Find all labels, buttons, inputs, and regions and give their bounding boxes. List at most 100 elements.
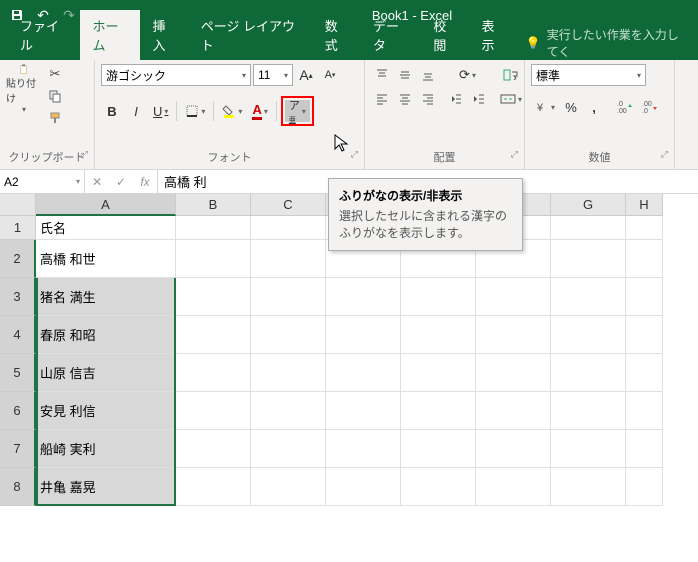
italic-button[interactable]: I <box>125 100 147 122</box>
cell-B3[interactable] <box>176 278 251 316</box>
formula-value[interactable]: 高橋 利 <box>158 172 213 191</box>
decrease-font-icon[interactable]: A▾ <box>319 64 341 86</box>
cell-C5[interactable] <box>251 354 326 392</box>
cell-D5[interactable] <box>326 354 401 392</box>
cell-C8[interactable] <box>251 468 326 506</box>
cell-G5[interactable] <box>551 354 626 392</box>
cell-C1[interactable] <box>251 216 326 240</box>
cell-H7[interactable] <box>626 430 663 468</box>
cell-D7[interactable] <box>326 430 401 468</box>
cell-F5[interactable] <box>476 354 551 392</box>
decrease-decimal-icon[interactable]: .00.0 <box>638 96 662 118</box>
redo-icon[interactable]: ↷ <box>58 4 80 26</box>
cell-C4[interactable] <box>251 316 326 354</box>
alignment-launcher-icon[interactable]: ⤢ <box>511 149 518 160</box>
cell-E7[interactable] <box>401 430 476 468</box>
cell-G1[interactable] <box>551 216 626 240</box>
comma-button[interactable]: , <box>583 96 605 118</box>
fill-color-button[interactable] <box>218 100 246 122</box>
cell-D6[interactable] <box>326 392 401 430</box>
cell-D3[interactable] <box>326 278 401 316</box>
font-size-combo[interactable]: 11▾ <box>253 64 293 86</box>
cell-B8[interactable] <box>176 468 251 506</box>
enter-formula-icon[interactable]: ✓ <box>109 170 133 193</box>
cell-F4[interactable] <box>476 316 551 354</box>
align-right-icon[interactable] <box>417 88 439 110</box>
cell-F7[interactable] <box>476 430 551 468</box>
tab-review[interactable]: 校閲 <box>421 10 469 60</box>
cell-E5[interactable] <box>401 354 476 392</box>
increase-font-icon[interactable]: A▴ <box>295 64 317 86</box>
cell-H6[interactable] <box>626 392 663 430</box>
cell-B2[interactable] <box>176 240 251 278</box>
underline-button[interactable]: U <box>149 100 172 122</box>
cell-G3[interactable] <box>551 278 626 316</box>
tab-data[interactable]: データ <box>361 10 421 60</box>
accounting-format-button[interactable]: ¥ <box>531 96 559 118</box>
cell-G6[interactable] <box>551 392 626 430</box>
column-header-C[interactable]: C <box>251 194 326 216</box>
font-color-button[interactable]: A <box>248 100 271 122</box>
orientation-button[interactable]: ⟳ <box>445 64 490 86</box>
tab-view[interactable]: 表示 <box>470 10 518 60</box>
cell-G4[interactable] <box>551 316 626 354</box>
row-header-1[interactable]: 1 <box>0 216 36 240</box>
clipboard-launcher-icon[interactable]: ⤢ <box>81 149 88 160</box>
row-header-8[interactable]: 8 <box>0 468 36 506</box>
cell-E8[interactable] <box>401 468 476 506</box>
cell-G8[interactable] <box>551 468 626 506</box>
cell-H4[interactable] <box>626 316 663 354</box>
cell-C6[interactable] <box>251 392 326 430</box>
cell-H3[interactable] <box>626 278 663 316</box>
copy-icon[interactable] <box>44 86 66 106</box>
paste-button[interactable]: 貼り付け ▾ <box>6 64 42 114</box>
column-header-B[interactable]: B <box>176 194 251 216</box>
percent-button[interactable]: % <box>560 96 582 118</box>
column-header-A[interactable]: A <box>36 194 176 216</box>
cell-D8[interactable] <box>326 468 401 506</box>
tell-me-search[interactable]: 💡 実行したい作業を入力してく <box>518 26 698 60</box>
increase-decimal-icon[interactable]: .0.00 <box>613 96 637 118</box>
row-header-3[interactable]: 3 <box>0 278 36 316</box>
cell-A5[interactable]: 山原 信吉 <box>36 354 176 392</box>
bold-button[interactable]: B <box>101 100 123 122</box>
align-bottom-icon[interactable] <box>417 64 439 86</box>
fx-icon[interactable]: fx <box>133 170 157 193</box>
cell-A1[interactable]: 氏名 <box>36 216 176 240</box>
cell-B5[interactable] <box>176 354 251 392</box>
cell-H8[interactable] <box>626 468 663 506</box>
cell-F8[interactable] <box>476 468 551 506</box>
cell-D4[interactable] <box>326 316 401 354</box>
align-top-icon[interactable] <box>371 64 393 86</box>
border-button[interactable] <box>181 100 209 122</box>
cell-E4[interactable] <box>401 316 476 354</box>
cells-area[interactable]: 氏名高橋 和世猪名 満生春原 和昭山原 信吉安見 利信船崎 実利井亀 嘉晃高橋 … <box>36 216 698 562</box>
cell-C7[interactable] <box>251 430 326 468</box>
increase-indent-icon[interactable] <box>468 88 490 110</box>
cell-F3[interactable] <box>476 278 551 316</box>
align-middle-icon[interactable] <box>394 64 416 86</box>
cell-F6[interactable] <box>476 392 551 430</box>
column-header-H[interactable]: H <box>626 194 663 216</box>
cell-A6[interactable]: 安見 利信 <box>36 392 176 430</box>
cell-G2[interactable] <box>551 240 626 278</box>
cell-E6[interactable] <box>401 392 476 430</box>
row-header-4[interactable]: 4 <box>0 316 36 354</box>
merge-cells-button[interactable] <box>496 88 526 110</box>
tab-home[interactable]: ホーム <box>80 10 140 60</box>
tab-insert[interactable]: 挿入 <box>140 10 188 60</box>
cell-A4[interactable]: 春原 和昭 <box>36 316 176 354</box>
cut-icon[interactable]: ✂ <box>44 64 66 84</box>
align-center-icon[interactable] <box>394 88 416 110</box>
align-left-icon[interactable] <box>371 88 393 110</box>
decrease-indent-icon[interactable] <box>445 88 467 110</box>
cell-A8[interactable]: 井亀 嘉晃 <box>36 468 176 506</box>
cell-B6[interactable] <box>176 392 251 430</box>
row-header-7[interactable]: 7 <box>0 430 36 468</box>
cell-E3[interactable] <box>401 278 476 316</box>
font-name-combo[interactable]: 游ゴシック▾ <box>101 64 251 86</box>
number-format-combo[interactable]: 標準▾ <box>531 64 646 86</box>
cell-G7[interactable] <box>551 430 626 468</box>
row-header-5[interactable]: 5 <box>0 354 36 392</box>
row-header-6[interactable]: 6 <box>0 392 36 430</box>
